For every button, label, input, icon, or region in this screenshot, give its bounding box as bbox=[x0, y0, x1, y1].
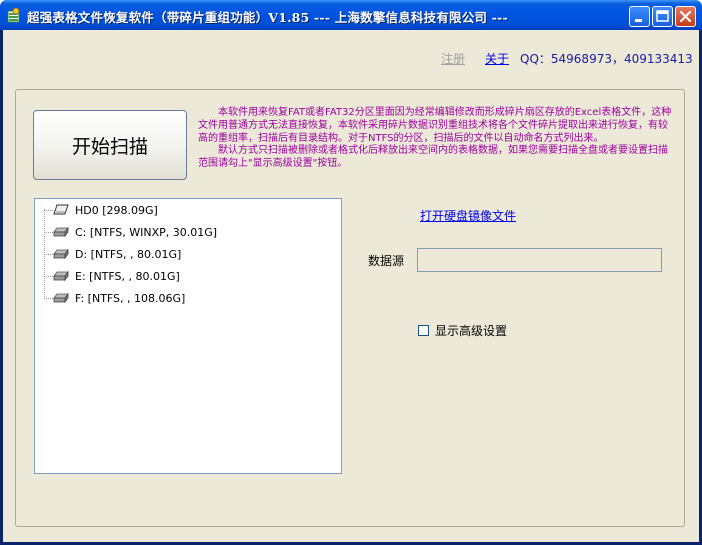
drive-icon bbox=[53, 248, 69, 260]
tree-item-label: F: [NTFS, , 108.06G] bbox=[75, 291, 186, 305]
about-link[interactable]: 关于 bbox=[485, 50, 509, 67]
drive-icon bbox=[53, 270, 69, 282]
minimize-button[interactable] bbox=[629, 6, 650, 27]
checkbox-box[interactable] bbox=[418, 325, 429, 336]
data-source-field[interactable] bbox=[417, 248, 662, 272]
maximize-button[interactable] bbox=[652, 6, 673, 27]
tree-item-label: D: [NTFS, , 80.01G] bbox=[75, 247, 182, 261]
tree-item-label: HD0 [298.09G] bbox=[75, 203, 158, 217]
tree-connector bbox=[44, 232, 53, 233]
advanced-settings-label: 显示高级设置 bbox=[435, 324, 508, 338]
tree-item-label: C: [NTFS, WINXP, 30.01G] bbox=[75, 225, 218, 239]
start-scan-button[interactable]: 开始扫描 bbox=[33, 110, 187, 180]
window-title: 超强表格文件恢复软件（带碎片重组功能）V1.85 --- 上海数擎信息科技有限公… bbox=[27, 10, 508, 25]
description-paragraph-1: 本软件用来恢复FAT或者FAT32分区里面因为经常编辑修改而形成碎片扇区存放的E… bbox=[198, 107, 672, 144]
tree-item-c[interactable]: C: [NTFS, WINXP, 30.01G] bbox=[53, 223, 217, 241]
register-link[interactable]: 注册 bbox=[441, 50, 465, 67]
data-source-label: 数据源 bbox=[368, 254, 405, 268]
drive-tree[interactable]: HD0 [298.09G] C: [NTFS, WINXP, 30.01G] D… bbox=[34, 198, 342, 474]
app-icon bbox=[6, 7, 22, 23]
tree-item-hd0[interactable]: HD0 [298.09G] bbox=[53, 201, 158, 219]
tree-item-f[interactable]: F: [NTFS, , 108.06G] bbox=[53, 289, 185, 307]
close-button[interactable] bbox=[675, 6, 696, 27]
open-disk-image-link[interactable]: 打开硬盘镜像文件 bbox=[420, 207, 516, 224]
tree-item-e[interactable]: E: [NTFS, , 80.01G] bbox=[53, 267, 180, 285]
tree-connector bbox=[44, 254, 53, 255]
title-bar[interactable]: 超强表格文件恢复软件（带碎片重组功能）V1.85 --- 上海数擎信息科技有限公… bbox=[0, 0, 702, 30]
tree-connector bbox=[44, 276, 53, 277]
drive-icon bbox=[53, 226, 69, 238]
tree-connector bbox=[44, 298, 53, 299]
tree-item-d[interactable]: D: [NTFS, , 80.01G] bbox=[53, 245, 181, 263]
tree-item-label: E: [NTFS, , 80.01G] bbox=[75, 269, 180, 283]
drive-icon bbox=[53, 292, 69, 304]
tree-connector bbox=[44, 210, 53, 211]
app-window: 超强表格文件恢复软件（带碎片重组功能）V1.85 --- 上海数擎信息科技有限公… bbox=[0, 0, 702, 545]
client-area: 注册 关于 QQ：54968973，409133413 开始扫描 本软件用来恢复… bbox=[3, 30, 699, 542]
hard-disk-icon bbox=[53, 204, 69, 215]
advanced-settings-checkbox[interactable]: 显示高级设置 bbox=[418, 322, 507, 339]
qq-contact-text: QQ：54968973，409133413 bbox=[520, 52, 693, 66]
description-text: 本软件用来恢复FAT或者FAT32分区里面因为经常编辑修改而形成碎片扇区存放的E… bbox=[198, 107, 673, 171]
description-paragraph-2: 默认方式只扫描被删除或者格式化后释放出来空间内的表格数据，如果您需要扫描全盘或者… bbox=[198, 145, 668, 170]
